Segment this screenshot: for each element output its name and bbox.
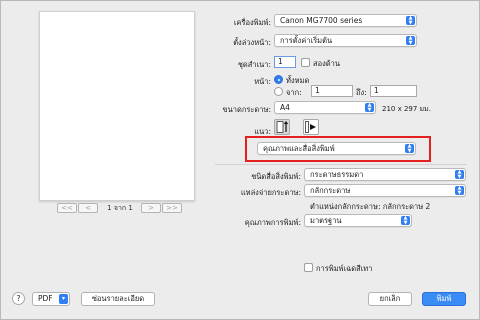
presets-label: ตั้งล่วงหน้า: — [233, 38, 271, 47]
pages-to-field[interactable]: 1 — [370, 85, 417, 97]
pages-label: หน้า: — [254, 77, 271, 86]
popup-arrows-icon: ▲ ▼ — [455, 170, 464, 179]
portrait-icon — [276, 121, 288, 133]
popup-arrows-icon: ▲ ▼ — [455, 186, 464, 195]
pages-from-label: จาก: — [286, 88, 302, 97]
two-sided-checkbox[interactable] — [301, 58, 310, 67]
printer-popup[interactable]: Canon MG7700 series ▲ ▼ — [274, 14, 417, 27]
paper-size-dimensions: 210 x 297 มม. — [382, 105, 431, 113]
popup-arrows-icon: ▲ ▼ — [406, 36, 415, 45]
page-preview — [39, 11, 195, 201]
paper-size-label: ขนาดกระดาษ: — [222, 105, 272, 114]
help-button[interactable]: ? — [12, 292, 25, 305]
presets-value: การตั้งค่าเริ่มต้น — [280, 36, 333, 45]
paper-source-value: กลักกระดาษ — [310, 186, 351, 195]
preview-pager: << < 1 จาก 1 > >> — [57, 202, 183, 214]
paper-size-popup[interactable]: A4 ▲ ▼ — [274, 101, 376, 114]
landscape-icon — [305, 121, 316, 133]
prev-page-button[interactable]: < — [78, 203, 98, 213]
portrait-orientation-button[interactable] — [274, 119, 290, 135]
divider — [215, 164, 467, 165]
pages-all-label: ทั้งหมด — [286, 76, 310, 85]
popup-arrows-icon: ▲ ▼ — [406, 16, 415, 25]
media-type-label: ชนิดสื่อสิ่งพิมพ์: — [251, 172, 301, 181]
pdf-label: PDF — [38, 294, 53, 303]
highlight-box — [245, 136, 431, 162]
print-quality-value: มาตรฐาน — [310, 216, 342, 225]
next-page-button[interactable]: > — [141, 203, 161, 213]
print-button[interactable]: พิมพ์ — [422, 292, 466, 306]
paper-size-value: A4 — [280, 103, 290, 112]
printer-label: เครื่องพิมพ์: — [233, 18, 271, 27]
media-type-popup[interactable]: กระดาษธรรมดา ▲ ▼ — [304, 168, 466, 181]
paper-source-label: แหล่งจ่ายกระดาษ: — [240, 188, 301, 197]
cancel-button[interactable]: ยกเลิก — [368, 292, 412, 306]
popup-arrows-icon: ▲ ▼ — [401, 216, 410, 225]
pdf-menu-button[interactable]: PDF ▾ — [32, 292, 70, 306]
grayscale-label: การพิมพ์เฉดสีเทา — [316, 264, 373, 273]
paper-source-popup[interactable]: กลักกระดาษ ▲ ▼ — [304, 184, 466, 197]
paper-position-note: ตำแหน่งกลักกระดาษ: กลักกระดาษ 2 — [310, 202, 431, 211]
two-sided-label: สองด้าน — [313, 59, 340, 68]
printer-value: Canon MG7700 series — [280, 16, 363, 25]
pages-range-radio[interactable] — [274, 87, 283, 96]
hide-details-button[interactable]: ซ่อนรายละเอียด — [81, 292, 155, 306]
print-quality-popup[interactable]: มาตรฐาน ▲ ▼ — [304, 214, 412, 227]
first-page-button[interactable]: << — [57, 203, 77, 213]
presets-popup[interactable]: การตั้งค่าเริ่มต้น ▲ ▼ — [274, 34, 417, 47]
chevron-down-icon: ▾ — [59, 294, 68, 304]
media-type-value: กระดาษธรรมดา — [310, 170, 364, 179]
landscape-orientation-button[interactable] — [303, 119, 319, 135]
grayscale-checkbox[interactable] — [304, 263, 313, 272]
print-quality-label: คุณภาพการพิมพ์: — [244, 218, 301, 227]
copies-label: ชุดสำเนา: — [237, 60, 271, 69]
popup-arrows-icon: ▲ ▼ — [365, 103, 374, 112]
pages-from-field[interactable]: 1 — [311, 85, 353, 97]
pages-all-radio[interactable] — [274, 75, 283, 84]
last-page-button[interactable]: >> — [162, 203, 182, 213]
pages-to-label: ถึง: — [356, 88, 367, 97]
page-indicator: 1 จาก 1 — [107, 203, 133, 212]
print-dialog: << < 1 จาก 1 > >> เครื่องพิมพ์: Canon MG… — [0, 0, 480, 320]
copies-field[interactable]: 1 — [274, 56, 296, 68]
